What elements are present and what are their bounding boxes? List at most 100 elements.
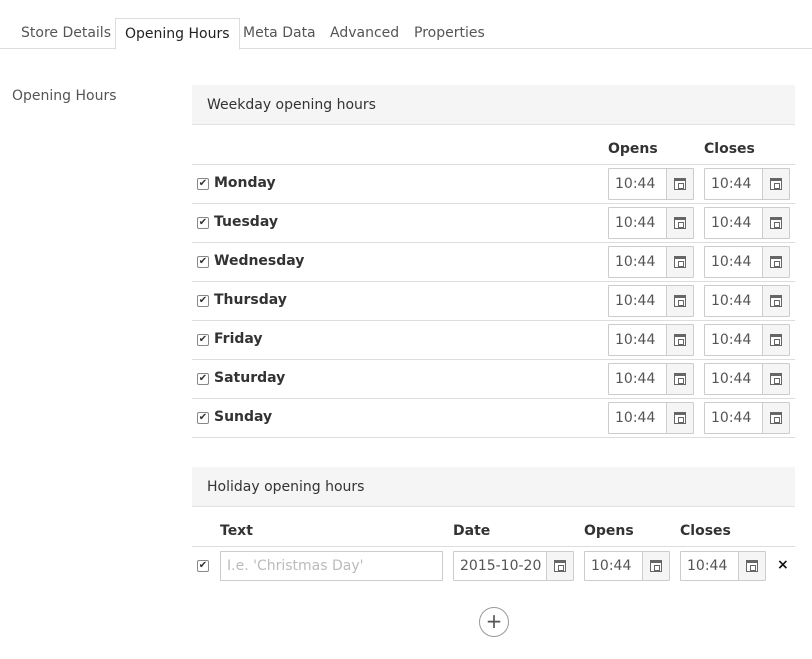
day-opens-input[interactable]: 10:44 [608,324,694,356]
day-enabled-checkbox[interactable]: ✔ [197,178,209,190]
day-closes-input[interactable]: 10:44 [704,285,790,317]
holiday-closes-picker-button[interactable] [738,552,765,580]
holiday-enabled-checkbox[interactable]: ✔ [197,560,209,572]
tab-properties[interactable]: Properties [405,18,494,49]
tab-meta-data[interactable]: Meta Data [234,18,325,49]
calendar-icon [674,295,686,307]
holiday-header-divider [192,546,795,547]
holiday-col-text: Text [220,523,253,539]
calendar-icon [770,373,782,385]
calendar-icon [674,217,686,229]
day-opens-value: 10:44 [615,332,656,348]
day-enabled-checkbox[interactable]: ✔ [197,256,209,268]
day-name: Saturday [214,370,286,386]
day-opens-value: 10:44 [615,215,656,231]
tab-opening-hours[interactable]: Opening Hours [115,18,240,50]
day-opens-value: 10:44 [615,371,656,387]
day-opens-value: 10:44 [615,293,656,309]
day-name: Thursday [214,292,287,308]
tab-bar: Store Details Opening Hours Meta Data Ad… [0,0,812,50]
weekday-row-saturday: ✔ Saturday 10:44 10:44 [192,360,795,399]
day-opens-value: 10:44 [615,410,656,426]
remove-holiday-icon[interactable]: × [777,557,789,573]
day-closes-picker-button[interactable] [762,403,789,433]
calendar-icon [674,334,686,346]
holiday-col-closes: Closes [680,523,731,539]
calendar-icon [554,560,566,572]
day-closes-picker-button[interactable] [762,169,789,199]
holiday-text-input[interactable]: I.e. 'Christmas Day' [220,551,443,581]
calendar-icon [674,373,686,385]
weekday-row-thursday: ✔ Thursday 10:44 10:44 [192,282,795,321]
add-holiday-button[interactable]: + [479,607,509,637]
day-closes-input[interactable]: 10:44 [704,402,790,434]
day-closes-value: 10:44 [711,176,752,192]
holiday-col-date: Date [453,523,491,539]
day-closes-picker-button[interactable] [762,364,789,394]
day-closes-input[interactable]: 10:44 [704,246,790,278]
day-opens-input[interactable]: 10:44 [608,168,694,200]
day-name: Sunday [214,409,273,425]
day-opens-picker-button[interactable] [666,286,693,316]
calendar-icon [650,560,662,572]
day-enabled-checkbox[interactable]: ✔ [197,217,209,229]
day-closes-picker-button[interactable] [762,208,789,238]
tab-advanced[interactable]: Advanced [321,18,408,49]
day-opens-picker-button[interactable] [666,325,693,355]
day-opens-picker-button[interactable] [666,403,693,433]
day-closes-input[interactable]: 10:44 [704,324,790,356]
day-closes-value: 10:44 [711,215,752,231]
day-closes-input[interactable]: 10:44 [704,168,790,200]
day-closes-input[interactable]: 10:44 [704,363,790,395]
day-opens-input[interactable]: 10:44 [608,363,694,395]
day-closes-value: 10:44 [711,332,752,348]
day-opens-picker-button[interactable] [666,247,693,277]
day-opens-input[interactable]: 10:44 [608,246,694,278]
holiday-date-picker-button[interactable] [546,552,573,580]
day-opens-picker-button[interactable] [666,364,693,394]
calendar-icon [770,178,782,190]
day-name: Monday [214,175,276,191]
weekday-row-wednesday: ✔ Wednesday 10:44 10:44 [192,243,795,282]
day-closes-picker-button[interactable] [762,286,789,316]
day-opens-picker-button[interactable] [666,208,693,238]
calendar-icon [770,295,782,307]
day-closes-input[interactable]: 10:44 [704,207,790,239]
calendar-icon [770,412,782,424]
holiday-panel-title: Holiday opening hours [192,467,795,507]
holiday-opens-value: 10:44 [591,558,632,574]
calendar-icon [674,256,686,268]
calendar-icon [674,178,686,190]
day-name: Friday [214,331,263,347]
calendar-icon [770,217,782,229]
day-name: Tuesday [214,214,278,230]
day-closes-picker-button[interactable] [762,325,789,355]
holiday-opens-input[interactable]: 10:44 [584,551,670,581]
day-opens-input[interactable]: 10:44 [608,402,694,434]
day-enabled-checkbox[interactable]: ✔ [197,373,209,385]
day-closes-value: 10:44 [711,410,752,426]
weekday-row-friday: ✔ Friday 10:44 10:44 [192,321,795,360]
day-closes-value: 10:44 [711,293,752,309]
weekday-row-monday: ✔ Monday 10:44 10:44 [192,165,795,204]
holiday-date-input[interactable]: 2015-10-20 [453,551,574,581]
day-name: Wednesday [214,253,305,269]
day-enabled-checkbox[interactable]: ✔ [197,295,209,307]
weekday-col-closes: Closes [704,141,755,157]
holiday-closes-value: 10:44 [687,558,728,574]
day-opens-input[interactable]: 10:44 [608,207,694,239]
day-closes-picker-button[interactable] [762,247,789,277]
weekday-col-opens: Opens [608,141,658,157]
day-enabled-checkbox[interactable]: ✔ [197,334,209,346]
section-label: Opening Hours [12,88,117,104]
day-opens-input[interactable]: 10:44 [608,285,694,317]
tab-store-details[interactable]: Store Details [12,18,120,49]
day-opens-value: 10:44 [615,176,656,192]
day-enabled-checkbox[interactable]: ✔ [197,412,209,424]
holiday-closes-input[interactable]: 10:44 [680,551,766,581]
calendar-icon [770,334,782,346]
holiday-date-value: 2015-10-20 [460,558,542,574]
day-opens-picker-button[interactable] [666,169,693,199]
calendar-icon [674,412,686,424]
holiday-opens-picker-button[interactable] [642,552,669,580]
